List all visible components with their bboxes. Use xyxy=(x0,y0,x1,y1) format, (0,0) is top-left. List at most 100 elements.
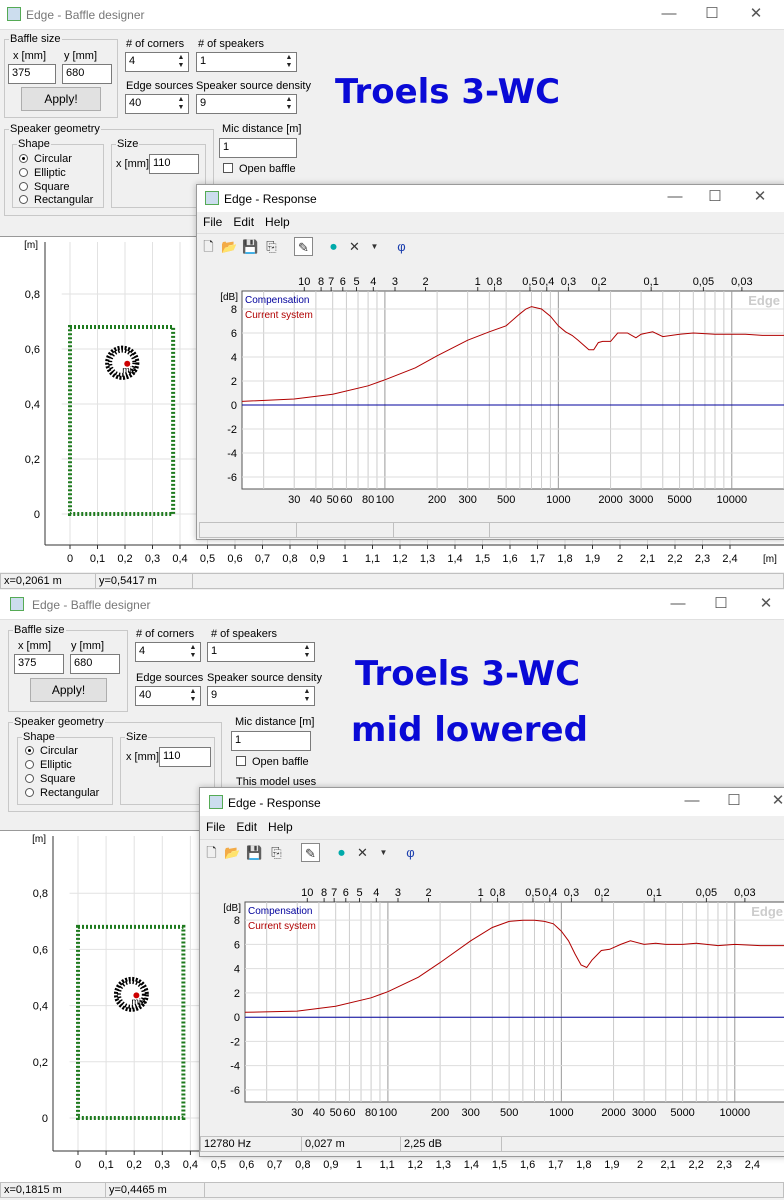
shape-elliptic-radio[interactable]: Elliptic xyxy=(19,167,66,179)
open-baffle-checkbox[interactable]: Open baffle xyxy=(236,756,309,768)
copy-icon[interactable]: ⎘ xyxy=(262,237,281,256)
close-button[interactable]: ✕ xyxy=(750,187,770,205)
x-tick-label: 2000 xyxy=(598,494,622,506)
y-tick-label: 0,2 xyxy=(25,454,40,466)
radio-icon[interactable] xyxy=(19,182,28,191)
menu-file[interactable]: File xyxy=(206,820,225,834)
minimize-button[interactable]: — xyxy=(665,188,685,205)
response-chart[interactable]: 8 6 4 2 0 -2 -4 -6 30 40 50 60 80 100 200 300 500 1000 200… xyxy=(200,866,784,1134)
spinner-arrows-icon[interactable]: ▲ ▼ xyxy=(187,688,199,704)
shape-rectangular-radio[interactable]: Rectangular xyxy=(25,787,99,799)
spinner-arrows-icon[interactable]: ▲ ▼ xyxy=(175,54,187,70)
response-status-frequency: 12780 Hz xyxy=(200,1136,302,1152)
edge-sources-label: Edge sources xyxy=(126,80,194,92)
minimize-button[interactable]: — xyxy=(682,792,702,809)
title-bar[interactable]: Edge - Baffle designer — ☐ ✕ xyxy=(0,590,784,620)
new-file-icon[interactable]: 🗋 xyxy=(199,237,218,256)
x-tick-label: 0,2 xyxy=(117,553,132,565)
spinner-arrows-icon[interactable]: ▲ ▼ xyxy=(301,688,313,704)
baffle-y-input[interactable]: 680 xyxy=(62,64,112,84)
shape-circular-radio[interactable]: Circular xyxy=(25,745,78,757)
size-x-input[interactable]: 110 xyxy=(159,747,211,767)
source-density-spinner[interactable]: 9 ▲ ▼ xyxy=(196,94,297,114)
new-file-icon[interactable]: 🗋 xyxy=(202,843,221,862)
copy-icon[interactable]: ⎘ xyxy=(267,843,286,862)
shape-circular-radio[interactable]: Circular xyxy=(19,153,72,165)
spinner-arrows-icon[interactable]: ▲ ▼ xyxy=(175,96,187,112)
size-x-input[interactable]: 110 xyxy=(149,154,199,174)
radio-icon[interactable] xyxy=(19,195,28,204)
baffle-x-input[interactable]: 375 xyxy=(8,64,56,84)
top-axis-label: 0,1 xyxy=(647,887,662,899)
checkbox-icon[interactable] xyxy=(223,163,233,173)
close-button[interactable]: ✕ xyxy=(756,594,776,612)
mic-distance-input[interactable]: 1 xyxy=(219,138,297,158)
spinner-arrows-icon[interactable]: ▲ ▼ xyxy=(283,96,295,112)
shape-square-radio[interactable]: Square xyxy=(19,181,69,193)
edge-sources-spinner[interactable]: 40 ▲ ▼ xyxy=(135,686,201,706)
status-x: x=0,1815 m xyxy=(0,1182,106,1198)
radio-icon[interactable] xyxy=(25,774,34,783)
checkbox-icon[interactable] xyxy=(236,756,246,766)
response-status-distance: 0,027 m xyxy=(301,1136,401,1152)
save-icon[interactable]: 💾 xyxy=(241,237,260,256)
shape-elliptic-radio[interactable]: Elliptic xyxy=(25,759,72,771)
menu-edit[interactable]: Edit xyxy=(236,820,257,834)
menu-edit[interactable]: Edit xyxy=(233,215,254,229)
menu-help[interactable]: Help xyxy=(268,820,293,834)
radio-selected-icon[interactable] xyxy=(25,746,34,755)
maximize-button[interactable]: ☐ xyxy=(724,791,744,809)
open-folder-icon[interactable]: 📂 xyxy=(223,843,242,862)
shape-square-radio[interactable]: Square xyxy=(25,773,75,785)
phase-button[interactable]: φ xyxy=(401,843,420,862)
maximize-button[interactable]: ☐ xyxy=(705,187,725,205)
bell-icon[interactable]: ⏺ xyxy=(332,843,351,862)
pen-icon[interactable]: ✎ xyxy=(301,843,320,862)
menu-file[interactable]: File xyxy=(203,215,222,229)
source-density-spinner[interactable]: 9 ▲ ▼ xyxy=(207,686,315,706)
radio-selected-icon[interactable] xyxy=(19,154,28,163)
minimize-button[interactable]: — xyxy=(659,5,679,22)
corners-spinner[interactable]: 4 ▲ ▼ xyxy=(135,642,201,662)
response-chart[interactable]: 8 6 4 2 0 -2 -4 -6 30 40 50 60 80 100 200 300 500 1000 200… xyxy=(197,259,784,519)
save-icon[interactable]: 💾 xyxy=(245,843,264,862)
response-title-bar[interactable]: Edge - Response — ☐ ✕ xyxy=(200,788,784,816)
delete-icon[interactable]: ✕ xyxy=(345,237,364,256)
close-button[interactable]: ✕ xyxy=(746,4,766,22)
apply-button[interactable]: Apply! xyxy=(21,87,101,111)
open-baffle-checkbox[interactable]: Open baffle xyxy=(223,163,296,175)
maximize-button[interactable]: ☐ xyxy=(702,4,722,22)
dropdown-arrow-icon[interactable]: ▼ xyxy=(374,843,393,862)
dropdown-arrow-icon[interactable]: ▼ xyxy=(365,237,384,256)
delete-icon[interactable]: ✕ xyxy=(353,843,372,862)
open-folder-icon[interactable]: 📂 xyxy=(220,237,239,256)
radio-icon[interactable] xyxy=(19,168,28,177)
speakers-count-spinner[interactable]: 1 ▲ ▼ xyxy=(196,52,297,72)
title-bar[interactable]: Edge - Baffle designer — ☐ ✕ xyxy=(0,0,784,30)
speakers-count-spinner[interactable]: 1 ▲ ▼ xyxy=(207,642,315,662)
spinner-arrows-icon[interactable]: ▲ ▼ xyxy=(301,644,313,660)
corners-spinner[interactable]: 4 ▲ ▼ xyxy=(125,52,189,72)
radio-icon[interactable] xyxy=(25,760,34,769)
response-title-bar[interactable]: Edge - Response — ☐ ✕ xyxy=(197,185,784,212)
maximize-button[interactable]: ☐ xyxy=(711,594,731,612)
mic-distance-input[interactable]: 1 xyxy=(231,731,311,751)
baffle-x-input[interactable]: 375 xyxy=(14,654,64,674)
bell-icon[interactable]: ⏺ xyxy=(324,237,343,256)
x-tick-label: 2 xyxy=(637,1159,643,1171)
spinner-arrows-icon[interactable]: ▲ ▼ xyxy=(283,54,295,70)
x-tick-label: 1000 xyxy=(546,494,570,506)
shape-rectangular-radio[interactable]: Rectangular xyxy=(19,194,93,206)
apply-button[interactable]: Apply! xyxy=(30,678,107,702)
phase-button[interactable]: φ xyxy=(392,237,411,256)
close-button[interactable]: ✕ xyxy=(768,791,784,809)
spinner-arrows-icon[interactable]: ▲ ▼ xyxy=(187,644,199,660)
status-x: x=0,2061 m xyxy=(0,573,96,589)
top-axis-label: 0,4 xyxy=(542,887,557,899)
baffle-y-input[interactable]: 680 xyxy=(70,654,120,674)
menu-help[interactable]: Help xyxy=(265,215,290,229)
radio-icon[interactable] xyxy=(25,788,34,797)
edge-sources-spinner[interactable]: 40 ▲ ▼ xyxy=(125,94,189,114)
pen-icon[interactable]: ✎ xyxy=(294,237,313,256)
minimize-button[interactable]: — xyxy=(668,595,688,612)
